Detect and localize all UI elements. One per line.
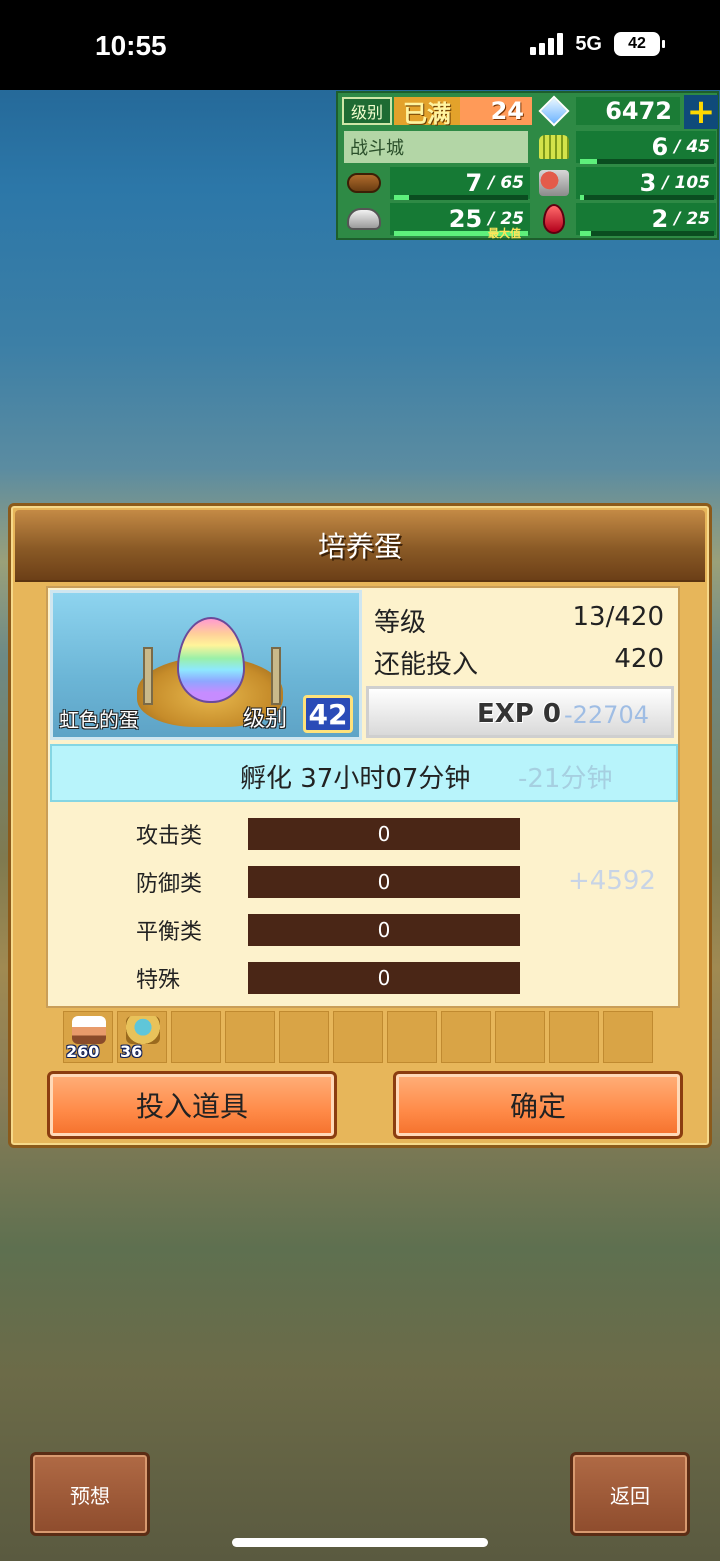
- food-bar: [580, 195, 714, 200]
- wood-icon: [344, 167, 384, 199]
- resource-hud: 级别 已满 24 6472 + 战斗城 6/ 45 7/ 65 3/ 105 2…: [336, 91, 719, 240]
- home-indicator[interactable]: [232, 1538, 488, 1547]
- item-count: 260: [66, 1042, 100, 1061]
- ruby-icon: [534, 203, 574, 235]
- item-count: 36: [120, 1042, 143, 1061]
- trait-label: 平衡类: [136, 920, 203, 945]
- empty-item-slot[interactable]: [333, 1011, 383, 1063]
- trait-label: 防御类: [136, 872, 203, 897]
- hatch-time: 孵化 37小时07分钟: [240, 764, 471, 794]
- status-time: 10:55: [95, 30, 167, 61]
- grade-value: 13/420: [572, 602, 664, 632]
- exp-box: EXP 0 -22704: [366, 686, 674, 738]
- remaining-row: 还能投入 420: [374, 644, 664, 681]
- egg-level-label: 级别: [243, 707, 288, 732]
- preview-button[interactable]: 预想: [30, 1452, 150, 1536]
- empty-item-slot[interactable]: [495, 1011, 545, 1063]
- trait-bonus: +4592: [568, 866, 656, 896]
- level-label: 级别: [342, 97, 392, 125]
- food-icon: [534, 167, 574, 199]
- wood-bar: [394, 195, 528, 200]
- bowl-icon: [126, 1016, 160, 1044]
- empty-item-slot[interactable]: [171, 1011, 221, 1063]
- cake-icon: [72, 1016, 106, 1044]
- wheat-bar: [580, 159, 714, 164]
- trait-bar: 0: [248, 962, 520, 994]
- max-badge: 最大值: [488, 227, 521, 240]
- empty-item-slot[interactable]: [603, 1011, 653, 1063]
- gem-icon: [536, 95, 572, 127]
- grade-row: 等级 13/420: [374, 602, 664, 639]
- item-slots: 260 36: [63, 1011, 663, 1063]
- ruby-bar: [580, 231, 714, 236]
- remaining-label: 还能投入: [374, 650, 479, 680]
- trait-label: 攻击类: [136, 824, 203, 849]
- egg-portrait: 虹色的蛋 级别 42: [50, 590, 362, 740]
- town-name: 战斗城: [344, 131, 528, 163]
- dialog-title: 培养蛋: [317, 530, 402, 563]
- hatch-time-row: 孵化 37小时07分钟 -21分钟: [50, 744, 678, 802]
- remaining-value: 420: [614, 644, 664, 674]
- wheat-icon: [534, 131, 574, 163]
- incubate-egg-dialog: 培养蛋 虹色的蛋 级别 42 等级 13/420 还能投入 420 EXP 0 …: [8, 503, 712, 1148]
- stone-icon: [344, 203, 384, 235]
- trait-row-balance: 平衡类 0: [48, 910, 668, 950]
- battery-icon: 42: [614, 32, 665, 56]
- empty-item-slot[interactable]: [279, 1011, 329, 1063]
- status-bar: 10:55 5G 42: [0, 0, 720, 90]
- hatch-delta: -21分钟: [518, 764, 613, 794]
- egg-info-panel: 虹色的蛋 级别 42 等级 13/420 还能投入 420 EXP 0 -227…: [46, 586, 680, 1008]
- network-label: 5G: [575, 32, 602, 55]
- fence-icon: [271, 647, 281, 705]
- trait-row-defense: 防御类 0 +4592: [48, 862, 668, 902]
- item-slot-cake[interactable]: 260: [63, 1011, 113, 1063]
- trait-bar: 0: [248, 914, 520, 946]
- trait-bar: 0: [248, 818, 520, 850]
- fence-icon: [143, 647, 153, 705]
- trait-bar: 0: [248, 866, 520, 898]
- rainbow-egg-icon: [177, 617, 245, 703]
- trait-row-special: 特殊 0: [48, 958, 668, 998]
- item-slot-bowl[interactable]: 36: [117, 1011, 167, 1063]
- add-gems-button[interactable]: +: [684, 95, 718, 129]
- confirm-button[interactable]: 确定: [393, 1071, 683, 1139]
- signal-icon: [530, 33, 564, 55]
- empty-item-slot[interactable]: [549, 1011, 599, 1063]
- egg-name: 虹色的蛋: [59, 708, 139, 732]
- empty-item-slot[interactable]: [387, 1011, 437, 1063]
- exp-delta: -22704: [563, 701, 649, 729]
- level-value: 24: [460, 97, 532, 125]
- dialog-header: 培养蛋: [15, 510, 705, 582]
- grade-label: 等级: [374, 608, 427, 638]
- empty-item-slot[interactable]: [225, 1011, 275, 1063]
- exp-text: EXP 0: [476, 699, 561, 729]
- back-button[interactable]: 返回: [570, 1452, 690, 1536]
- level-status: 已满: [394, 97, 460, 128]
- egg-level-badge: 42: [303, 695, 353, 733]
- status-indicators: 5G 42: [530, 32, 665, 56]
- trait-label: 特殊: [136, 968, 181, 993]
- empty-item-slot[interactable]: [441, 1011, 491, 1063]
- insert-item-button[interactable]: 投入道具: [47, 1071, 337, 1139]
- gem-count: 6472: [576, 97, 680, 125]
- trait-row-attack: 攻击类 0: [48, 814, 668, 854]
